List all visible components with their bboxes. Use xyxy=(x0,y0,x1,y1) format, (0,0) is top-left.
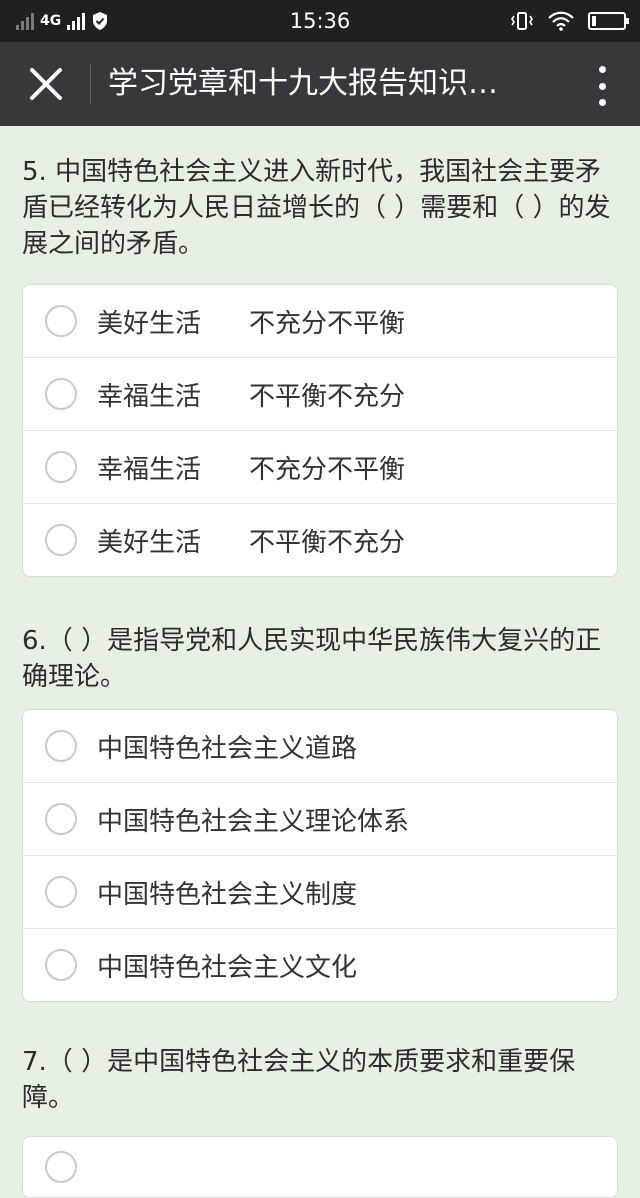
option-item[interactable]: 中国特色社会主义文化 xyxy=(23,928,617,1001)
option-item[interactable]: 幸福生活 不平衡不充分 xyxy=(23,357,617,430)
option-item[interactable]: 幸福生活 不充分不平衡 xyxy=(23,430,617,503)
option-part-b: 不平衡不充分 xyxy=(249,527,406,558)
option-item[interactable]: 中国特色社会主义理论体系 xyxy=(23,782,617,855)
radio-icon[interactable] xyxy=(45,378,77,410)
question-7-options xyxy=(22,1136,618,1198)
radio-icon[interactable] xyxy=(45,730,77,762)
option-part-a: 美好生活 xyxy=(97,308,202,339)
option-item[interactable]: 美好生活 不平衡不充分 xyxy=(23,503,617,576)
option-label: 中国特色社会主义理论体系 xyxy=(97,806,410,837)
radio-icon[interactable] xyxy=(45,1151,77,1183)
radio-icon[interactable] xyxy=(45,524,77,556)
question-5-text: 5. 中国特色社会主义进入新时代，我国社会主要矛盾已经转化为人民日益增长的（ ）… xyxy=(22,157,611,259)
more-dot-icon xyxy=(598,66,606,73)
status-right xyxy=(510,0,629,42)
option-label: 中国特色社会主义制度 xyxy=(97,879,358,910)
option-item[interactable] xyxy=(23,1137,617,1197)
close-button[interactable] xyxy=(18,56,74,112)
option-part-a: 幸福生活 xyxy=(97,381,202,412)
nav-bar: 学习党章和十九大报告知识… xyxy=(0,42,640,126)
option-item[interactable]: 中国特色社会主义制度 xyxy=(23,855,617,928)
more-button[interactable] xyxy=(594,66,610,106)
option-label: 中国特色社会主义文化 xyxy=(97,952,358,983)
nav-divider xyxy=(90,64,91,104)
status-bar: 4G 15:36 xyxy=(0,0,640,42)
quiz-content: 5. 中国特色社会主义进入新时代，我国社会主要矛盾已经转化为人民日益增长的（ ）… xyxy=(0,126,640,1198)
option-part-a: 幸福生活 xyxy=(97,454,202,485)
vibrate-icon xyxy=(511,12,533,30)
question-7-text: 7.（ ）是中国特色社会主义的本质要求和重要保障。 xyxy=(22,1047,576,1113)
wifi-icon xyxy=(548,11,574,31)
option-part-b: 不充分不平衡 xyxy=(249,308,406,339)
more-dot-icon xyxy=(598,99,606,106)
option-item[interactable]: 中国特色社会主义道路 xyxy=(23,710,617,782)
close-icon xyxy=(30,68,62,100)
battery-icon xyxy=(588,12,629,30)
option-label: 中国特色社会主义道路 xyxy=(97,733,358,764)
option-item[interactable]: 美好生活 不充分不平衡 xyxy=(23,285,617,357)
option-part-b: 不充分不平衡 xyxy=(249,454,406,485)
radio-icon[interactable] xyxy=(45,803,77,835)
question-5-options: 美好生活 不充分不平衡 幸福生活 不平衡不充分 幸福生活 不充分不平衡 美好生活… xyxy=(22,284,618,577)
radio-icon[interactable] xyxy=(45,876,77,908)
radio-icon[interactable] xyxy=(45,305,77,337)
radio-icon[interactable] xyxy=(45,451,77,483)
option-part-b: 不平衡不充分 xyxy=(249,381,406,412)
question-6-options: 中国特色社会主义道路 中国特色社会主义理论体系 中国特色社会主义制度 中国特色社… xyxy=(22,709,618,1002)
page-title: 学习党章和十九大报告知识… xyxy=(108,66,498,101)
question-6-text: 6.（ ）是指导党和人民实现中华民族伟大复兴的正确理论。 xyxy=(22,626,602,692)
radio-icon[interactable] xyxy=(45,949,77,981)
more-dot-icon xyxy=(598,82,606,90)
option-part-a: 美好生活 xyxy=(97,527,202,558)
